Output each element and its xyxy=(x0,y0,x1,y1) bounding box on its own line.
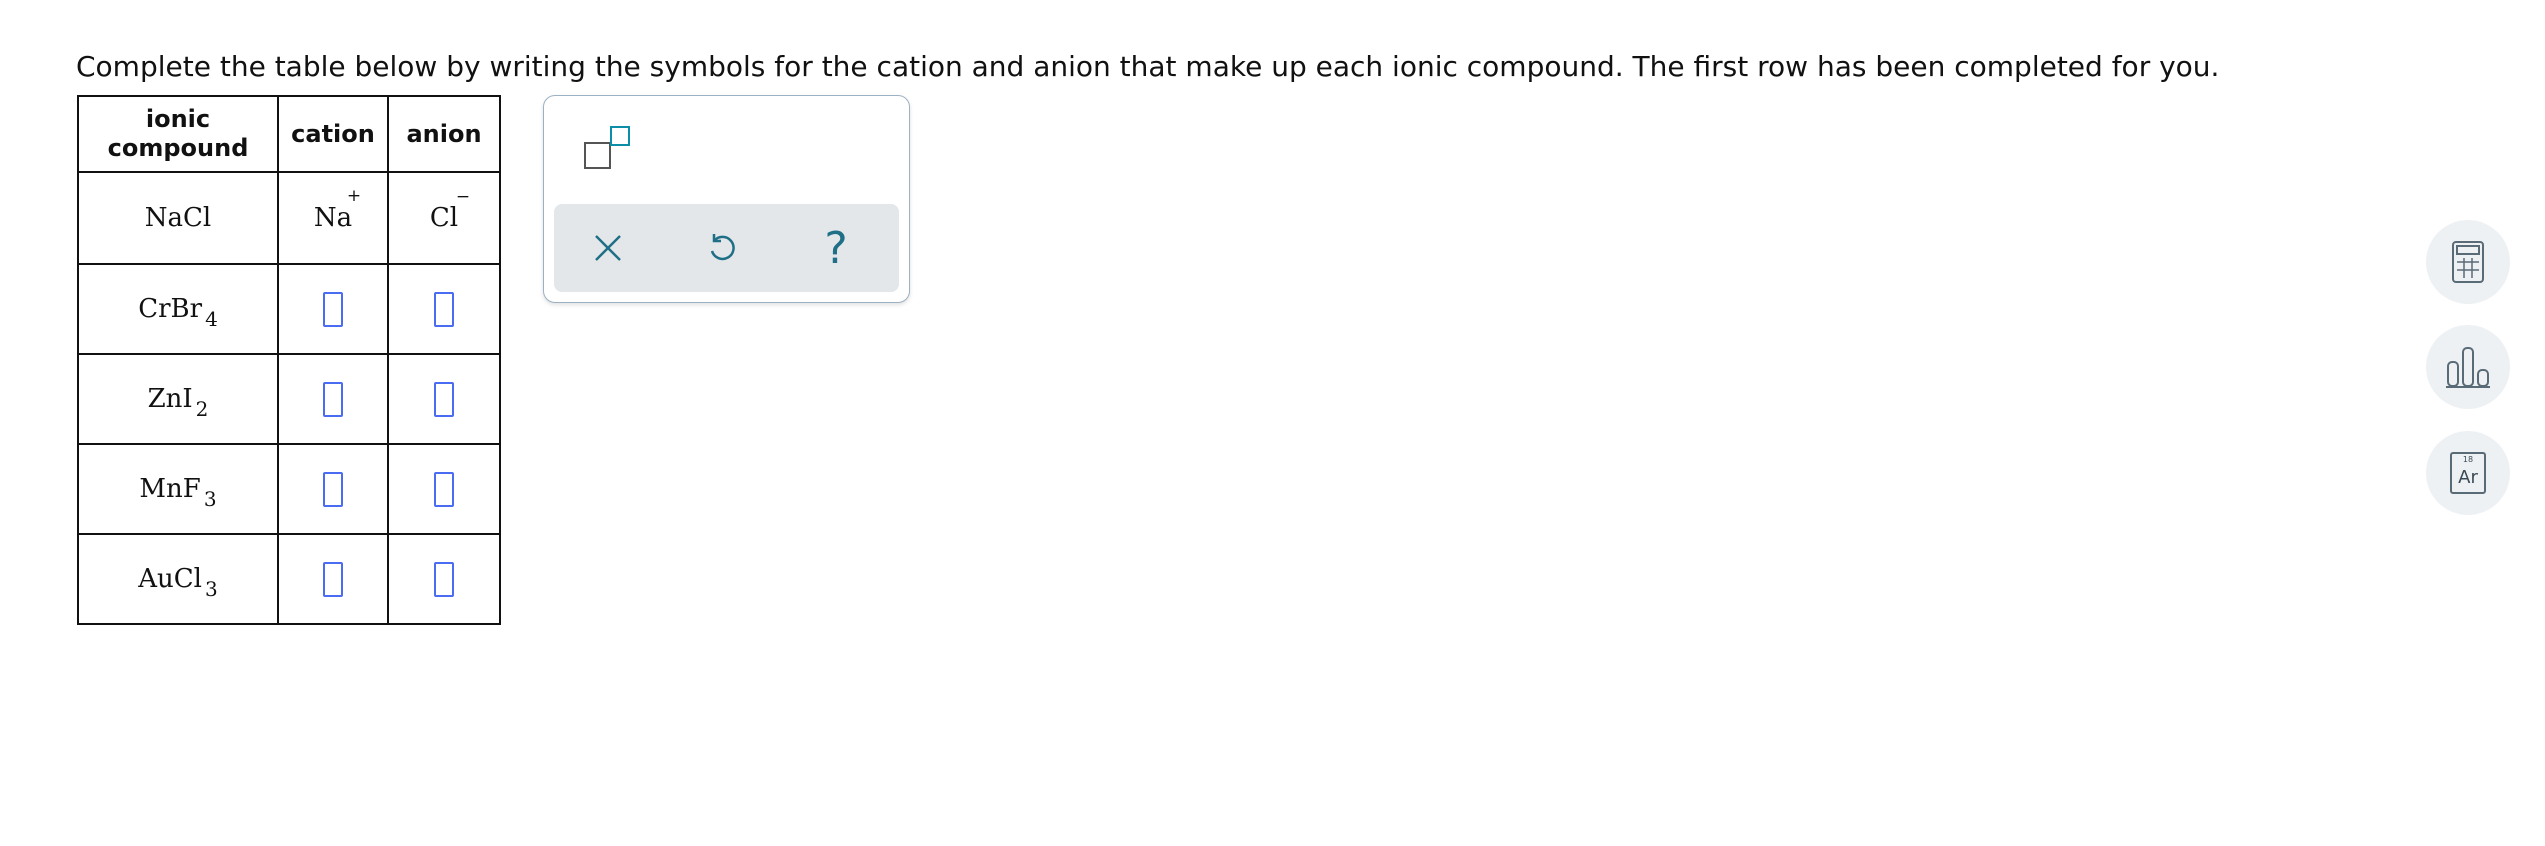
cation-cell xyxy=(277,353,389,445)
help-icon: ? xyxy=(824,222,848,274)
calculator-icon xyxy=(2452,241,2484,283)
compound-cell: CrBr 4 xyxy=(77,263,279,355)
input-palette: ? xyxy=(543,95,910,303)
superscript-box xyxy=(610,126,630,146)
anion-input-box[interactable] xyxy=(434,291,454,327)
formula-main: ZnI xyxy=(147,384,193,414)
cation-symbol-text: Na xyxy=(313,203,353,233)
table-row: ZnI 2 xyxy=(77,353,501,445)
anion-charge: − xyxy=(455,187,471,207)
cation-cell xyxy=(277,533,389,625)
anion-symbol: Cl − xyxy=(429,187,470,233)
undo-icon xyxy=(710,234,735,261)
table-row: NaCl Na + Cl − xyxy=(77,171,501,265)
compound-cell: ZnI 2 xyxy=(77,353,279,445)
anion-cell: Cl − xyxy=(387,171,501,265)
compound-cell: MnF 3 xyxy=(77,443,279,535)
periodic-table-icon: 18 Ar xyxy=(2450,452,2486,494)
compound-formula: MnF 3 xyxy=(139,474,216,511)
table-row: AuCl 3 xyxy=(77,533,501,625)
cation-input-box[interactable] xyxy=(323,291,343,327)
compound-formula: CrBr 4 xyxy=(138,294,218,331)
periodic-table-button[interactable]: 18 Ar xyxy=(2426,431,2510,515)
element-symbol: Ar xyxy=(2458,467,2478,488)
formula-main: AuCl xyxy=(138,564,202,594)
formula-main: MnF xyxy=(139,474,201,504)
cation-input-box[interactable] xyxy=(323,471,343,507)
cation-cell xyxy=(277,443,389,535)
formula-main: NaCl xyxy=(144,203,212,233)
compound-formula: NaCl xyxy=(145,203,211,233)
cation-cell: Na + xyxy=(277,171,389,265)
cation-symbol: Na + xyxy=(313,186,361,233)
ionic-compound-table: ionic compound cation anion NaCl Na + Cl −… xyxy=(77,95,501,625)
help-button[interactable]: ? xyxy=(796,204,876,292)
clear-button[interactable] xyxy=(568,204,648,292)
undo-button[interactable] xyxy=(682,204,762,292)
anion-input-box[interactable] xyxy=(434,561,454,597)
data-chart-button[interactable] xyxy=(2426,325,2510,409)
instruction-text: Complete the table below by writing the … xyxy=(76,50,2220,83)
table-row: CrBr 4 xyxy=(77,263,501,355)
header-cation: cation xyxy=(277,95,389,173)
table-row: MnF 3 xyxy=(77,443,501,535)
anion-input-box[interactable] xyxy=(434,381,454,417)
base-box xyxy=(584,142,611,169)
compound-formula: AuCl 3 xyxy=(138,564,217,601)
element-number: 18 xyxy=(2462,455,2474,464)
header-compound-line2: compound xyxy=(107,134,249,162)
header-anion: anion xyxy=(387,95,501,173)
formula-subscript: 3 xyxy=(205,577,218,601)
cation-cell xyxy=(277,263,389,355)
formula-subscript: 3 xyxy=(203,487,217,511)
header-compound-line1: ionic xyxy=(145,105,211,133)
cation-input-box[interactable] xyxy=(323,561,343,597)
superscript-box-icon[interactable] xyxy=(584,126,644,176)
formula-main: CrBr xyxy=(138,294,203,324)
anion-cell xyxy=(387,443,501,535)
compound-cell: AuCl 3 xyxy=(77,533,279,625)
formula-subscript: 4 xyxy=(205,307,218,331)
calculator-button[interactable] xyxy=(2426,220,2510,304)
cation-input-box[interactable] xyxy=(323,381,343,417)
compound-formula: ZnI 2 xyxy=(147,384,209,421)
anion-input-box[interactable] xyxy=(434,471,454,507)
bar-chart-icon xyxy=(2446,347,2490,388)
compound-cell: NaCl xyxy=(77,171,279,265)
cation-charge: + xyxy=(346,186,362,206)
header-ionic-compound: ionic compound xyxy=(77,95,279,173)
anion-cell xyxy=(387,533,501,625)
formula-subscript: 2 xyxy=(195,397,209,421)
table-header-row: ionic compound cation anion xyxy=(77,95,501,173)
palette-action-bar: ? xyxy=(554,204,899,292)
close-icon xyxy=(595,235,621,261)
anion-cell xyxy=(387,263,501,355)
anion-symbol-text: Cl xyxy=(429,203,459,233)
anion-cell xyxy=(387,353,501,445)
